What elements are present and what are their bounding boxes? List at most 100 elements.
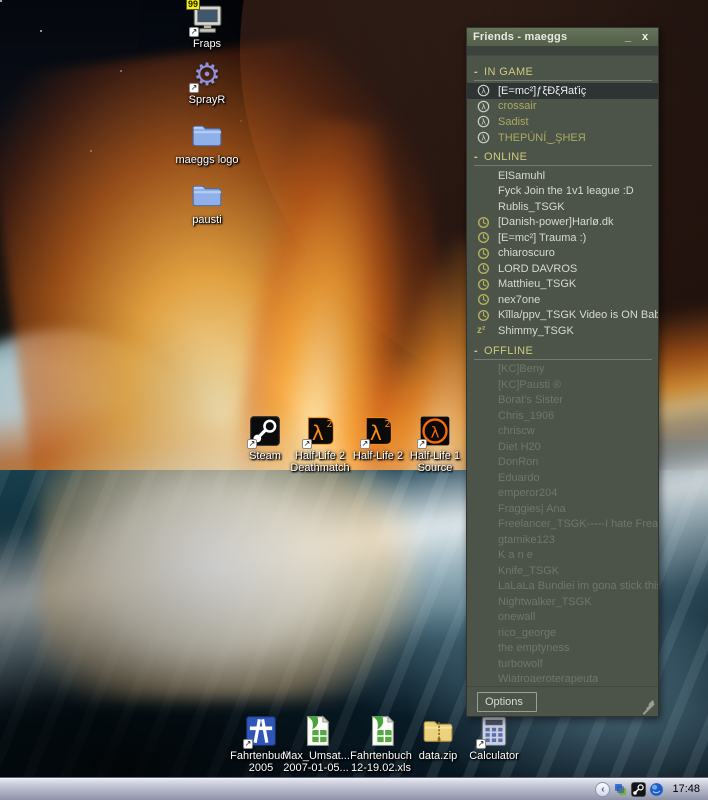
- friend-row[interactable]: Wiatroaeroterapeuta: [467, 672, 658, 687]
- friend-row[interactable]: Nightwalker_TSGK: [467, 594, 658, 610]
- shortcut-arrow-icon: ↗: [189, 27, 199, 37]
- close-button[interactable]: x: [638, 31, 652, 44]
- friend-row[interactable]: chiaroscuro: [467, 246, 658, 262]
- wallpaper-layer: [0, 0, 2, 2]
- no-status-icon: [477, 185, 492, 198]
- no-status-icon: [477, 564, 492, 577]
- section-header-ingame[interactable]: -IN GAME: [474, 66, 652, 78]
- friend-name: rico_george: [498, 627, 556, 639]
- friend-row[interactable]: [KC]Pausti ®: [467, 377, 658, 393]
- snooze-icon: z²: [477, 324, 492, 337]
- away-clock-icon: [477, 278, 492, 291]
- wallpaper-layer: [0, 330, 210, 610]
- friend-row[interactable]: Eduardo: [467, 470, 658, 486]
- friend-row[interactable]: LORD DAVROS: [467, 261, 658, 277]
- friend-name: [E=mc²]ƒξĐξЯaťiç: [498, 85, 586, 97]
- friend-row[interactable]: λTHEPÚNÍ‿ŞHEЯ: [467, 130, 658, 146]
- desktop-icon-pausti[interactable]: pausti: [173, 178, 241, 226]
- section-divider: [474, 165, 652, 166]
- desktop-icon-label: Calculator: [460, 750, 528, 762]
- no-status-icon: [477, 471, 492, 484]
- away-clock-icon: [477, 231, 492, 244]
- friend-row[interactable]: LaLaLa Bundiei im gona stick this way, L…: [467, 579, 658, 595]
- friend-row[interactable]: turbowolf: [467, 656, 658, 672]
- friend-row[interactable]: Diet H20: [467, 439, 658, 455]
- windows-tray-icon[interactable]: [613, 782, 628, 797]
- friend-row[interactable]: z²Shimmy_TSGK: [467, 323, 658, 339]
- friend-row[interactable]: DonRon: [467, 455, 658, 471]
- friend-name: chriscw: [498, 425, 535, 437]
- section-label: IN GAME: [484, 66, 533, 78]
- monitor-icon: 99↗: [190, 2, 224, 36]
- friends-titlebar[interactable]: Friends - maeggs _ x: [467, 28, 658, 46]
- friend-row[interactable]: Knife_TSGK: [467, 563, 658, 579]
- desktop-icon-label: pausti: [173, 214, 241, 226]
- friend-row[interactable]: onewall: [467, 610, 658, 626]
- taskbar-clock: 17:48: [672, 783, 700, 795]
- svg-text:λ: λ: [312, 421, 324, 445]
- friend-row[interactable]: emperor204: [467, 486, 658, 502]
- no-status-icon: [477, 378, 492, 391]
- friend-name: [KC]Beny: [498, 363, 544, 375]
- desktop-icon-label: Max_Umsat...2007-01-05...: [282, 750, 350, 774]
- friend-row[interactable]: [KC]Beny: [467, 362, 658, 378]
- steam-tray-icon[interactable]: [631, 782, 646, 797]
- friend-row[interactable]: ElSamuhl: [467, 168, 658, 184]
- friend-row[interactable]: rico_george: [467, 625, 658, 641]
- friend-row[interactable]: Chris_1906: [467, 408, 658, 424]
- folder-icon: [190, 178, 224, 212]
- shortcut-arrow-icon: ↗: [243, 739, 253, 749]
- desktop-icon-label: Half-Life 1Source: [401, 450, 469, 474]
- friend-name: Knife_TSGK: [498, 565, 559, 577]
- friend-row[interactable]: Freelancer_TSGK-----I hate Freaking POSE…: [467, 517, 658, 533]
- friend-row[interactable]: Rublis_TSGK: [467, 199, 658, 215]
- svg-text:2: 2: [327, 419, 333, 430]
- friend-row[interactable]: the emptyness: [467, 641, 658, 657]
- collapse-dash-icon[interactable]: -: [474, 66, 484, 78]
- friend-row[interactable]: Fyck Join the 1v1 league :D: [467, 184, 658, 200]
- friends-toolbar-strip: [467, 46, 658, 56]
- collapse-dash-icon[interactable]: -: [474, 151, 484, 163]
- svg-text:2: 2: [385, 419, 391, 430]
- friend-row[interactable]: λcrossair: [467, 99, 658, 115]
- friend-name: Fraggies| Ana: [498, 503, 566, 515]
- no-status-icon: [477, 595, 492, 608]
- desktop-icon-sprayr[interactable]: ⚙↗SprayR: [173, 58, 241, 106]
- desktop-icon-calculator[interactable]: ↗Calculator: [460, 714, 528, 762]
- desktop-icon-half-life-1[interactable]: λ↗Half-Life 1Source: [401, 414, 469, 474]
- desktop-icon-fraps[interactable]: 99↗Fraps: [173, 2, 241, 50]
- collapse-dash-icon[interactable]: -: [474, 345, 484, 357]
- desktop-icon-maeggs-logo[interactable]: maeggs logo: [173, 118, 241, 166]
- friend-row[interactable]: λSadist: [467, 114, 658, 130]
- friend-row[interactable]: Kĩlla/ppv_TSGK Video is ON Baby 4 real !…: [467, 308, 658, 324]
- section-header-offline[interactable]: -OFFLINE: [474, 345, 652, 357]
- shortcut-arrow-icon: ↗: [189, 83, 199, 93]
- resize-grip[interactable]: [638, 698, 654, 712]
- friend-row[interactable]: Matthieu_TSGK: [467, 277, 658, 293]
- friend-row[interactable]: λ[E=mc²]ƒξĐξЯaťiç: [467, 83, 658, 99]
- svg-text:λ: λ: [481, 133, 486, 142]
- friend-row[interactable]: gtamike123: [467, 532, 658, 548]
- shortcut-arrow-icon: ↗: [247, 439, 257, 449]
- friend-row[interactable]: Fraggies| Ana: [467, 501, 658, 517]
- desktop-icon-max-umsat-[interactable]: Max_Umsat...2007-01-05...: [282, 714, 350, 774]
- tray-collapse-chevron-icon[interactable]: ‹: [595, 782, 610, 797]
- minimize-button[interactable]: _: [621, 31, 635, 44]
- excel-icon: [364, 714, 398, 748]
- shortcut-arrow-icon: ↗: [302, 439, 312, 449]
- friend-row[interactable]: chriscw: [467, 424, 658, 440]
- friend-row[interactable]: K a n e: [467, 548, 658, 564]
- section-header-online[interactable]: -ONLINE: [474, 151, 652, 163]
- friend-row[interactable]: Borat's Sister: [467, 393, 658, 409]
- friend-name: onewall: [498, 611, 535, 623]
- friend-row[interactable]: [Danish-power]Harlø.dk: [467, 215, 658, 231]
- blue-orb-tray-icon[interactable]: [649, 782, 664, 797]
- options-button[interactable]: Options: [477, 692, 537, 712]
- friend-row[interactable]: nex7one: [467, 292, 658, 308]
- friend-name: [KC]Pausti ®: [498, 379, 561, 391]
- friend-name: Kĩlla/ppv_TSGK Video is ON Baby 4 real !…: [498, 309, 658, 321]
- ingame-lambda-icon: λ: [477, 115, 492, 128]
- no-status-icon: [477, 487, 492, 500]
- friend-row[interactable]: [E=mc²] Trauma :): [467, 230, 658, 246]
- no-status-icon: [477, 657, 492, 670]
